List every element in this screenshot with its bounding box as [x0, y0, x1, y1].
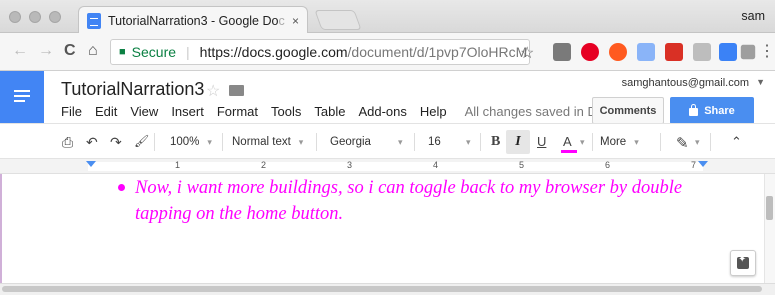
url-host: https://docs.google.com: [199, 44, 348, 60]
reload-icon[interactable]: C: [64, 42, 76, 60]
menu-tools[interactable]: Tools: [271, 104, 301, 119]
ruler-number: 3: [347, 160, 353, 170]
page-left-edge: [0, 174, 2, 283]
bars-extension-icon[interactable]: [665, 43, 683, 61]
share-button[interactable]: Share: [670, 97, 754, 124]
undo-icon[interactable]: ↶: [86, 134, 98, 151]
tab-close-icon[interactable]: ×: [292, 14, 299, 28]
ruler-number: 4: [433, 160, 439, 170]
docs-header: TutorialNarration3 ☆ File Edit View Inse…: [0, 71, 775, 124]
back-icon[interactable]: ←: [12, 42, 28, 60]
menu-bar: File Edit View Insert Format Tools Table…: [61, 104, 611, 119]
account-email[interactable]: samghantous@gmail.com: [622, 77, 749, 89]
orange-extension-icon[interactable]: [609, 43, 627, 61]
text-color-indicator: [561, 150, 577, 153]
bullet-icon: [118, 184, 125, 191]
italic-button[interactable]: I: [506, 130, 530, 154]
new-tab-button[interactable]: [314, 10, 362, 30]
tab-title: TutorialNarration3 - Google Doc: [108, 13, 285, 28]
ruler-number: 1: [175, 160, 181, 170]
extension-square-icon[interactable]: [553, 43, 571, 61]
address-bar[interactable]: ■ Secure | https://docs.google.com/docum…: [110, 39, 530, 65]
print-icon[interactable]: ⎙: [62, 134, 73, 151]
lock-icon: ■: [119, 46, 126, 58]
collapse-menu-icon[interactable]: ⌃: [731, 134, 742, 150]
bullet-list-item[interactable]: Now, i want more buildings, so i can tog…: [135, 175, 735, 227]
star-document-icon[interactable]: ☆: [206, 81, 220, 101]
ruler-number: 2: [261, 160, 267, 170]
zoom-select[interactable]: 100% ▾: [170, 124, 212, 160]
bookmark-star-icon[interactable]: ☆: [520, 43, 534, 63]
browser-menu-icon[interactable]: ⋮: [759, 41, 775, 61]
left-indent-marker[interactable]: [86, 161, 96, 167]
close-window-button[interactable]: [9, 11, 21, 23]
menu-file[interactable]: File: [61, 104, 82, 119]
paint-format-icon[interactable]: 🖌: [134, 134, 149, 148]
menu-help[interactable]: Help: [420, 104, 447, 119]
text-color-caret-icon[interactable]: ▾: [580, 137, 585, 148]
style-select[interactable]: Normal text ▾: [232, 124, 303, 160]
comments-button[interactable]: Comments: [592, 97, 664, 124]
browser-tab[interactable]: TutorialNarration3 - Google Doc ×: [78, 6, 308, 34]
share-label: Share: [704, 104, 735, 117]
menu-format[interactable]: Format: [217, 104, 258, 119]
editing-mode-pen-icon[interactable]: ✎: [676, 134, 689, 152]
folder-icon[interactable]: [229, 85, 244, 96]
pinterest-icon[interactable]: [581, 43, 599, 61]
menu-edit[interactable]: Edit: [95, 104, 117, 119]
account-caret-icon[interactable]: ▼: [756, 77, 765, 87]
ruler-number: 7: [691, 160, 697, 170]
horizontal-scroll-thumb[interactable]: [2, 286, 762, 292]
camera-icon[interactable]: [740, 44, 756, 60]
address-separator: |: [186, 44, 190, 60]
more-button[interactable]: More ▾: [600, 124, 639, 160]
document-page[interactable]: Now, i want more buildings, so i can tog…: [0, 174, 775, 283]
ruler: 1 2 3 4 5 6 7: [0, 159, 775, 174]
redo-icon[interactable]: ↷: [110, 134, 122, 151]
underline-button[interactable]: U: [537, 134, 546, 149]
formatting-toolbar: ⎙ ↶ ↷ 🖌 100% ▾ Normal text ▾ Georgia ▾ 16 ▾ …: [0, 123, 775, 159]
forward-icon[interactable]: →: [38, 42, 54, 60]
editing-mode-caret-icon[interactable]: ▾: [695, 137, 700, 148]
grey-extension-icon[interactable]: [693, 43, 711, 61]
maximize-window-button[interactable]: [49, 11, 61, 23]
font-size-select[interactable]: 16 ▾: [428, 124, 471, 160]
secure-label: Secure: [131, 44, 177, 60]
ruler-number: 5: [519, 160, 525, 170]
url-path: /document/d/1pvp7OloHRcM...: [347, 44, 530, 60]
google-docs-favicon-icon: [87, 12, 101, 29]
explore-icon: [737, 254, 749, 269]
document-title[interactable]: TutorialNarration3: [61, 79, 204, 100]
text-color-button[interactable]: A: [563, 134, 572, 149]
home-icon[interactable]: ⌂: [88, 42, 98, 60]
document-extension-icon[interactable]: [637, 43, 655, 61]
browser-titlebar: TutorialNarration3 - Google Doc × sam: [0, 0, 775, 34]
docs-logo-icon[interactable]: [0, 71, 44, 123]
share-lock-icon: [689, 103, 699, 116]
explore-button[interactable]: [730, 250, 756, 276]
font-select[interactable]: Georgia ▾: [330, 124, 403, 160]
save-status[interactable]: All changes saved in Dr...: [465, 104, 612, 119]
right-indent-marker[interactable]: [698, 161, 708, 167]
menu-addons[interactable]: Add-ons: [358, 104, 406, 119]
menu-view[interactable]: View: [130, 104, 158, 119]
ruler-number: 6: [605, 160, 611, 170]
vertical-scroll-thumb[interactable]: [766, 196, 773, 220]
bold-button[interactable]: B: [491, 134, 500, 150]
blue-extension-icon[interactable]: [719, 43, 737, 61]
menu-insert[interactable]: Insert: [171, 104, 204, 119]
profile-name[interactable]: sam: [741, 9, 765, 23]
minimize-window-button[interactable]: [29, 11, 41, 23]
browser-toolbar: ← → C ⌂ ■ Secure | https://docs.google.c…: [0, 33, 775, 71]
vertical-scrollbar[interactable]: [764, 174, 775, 283]
menu-table[interactable]: Table: [314, 104, 345, 119]
